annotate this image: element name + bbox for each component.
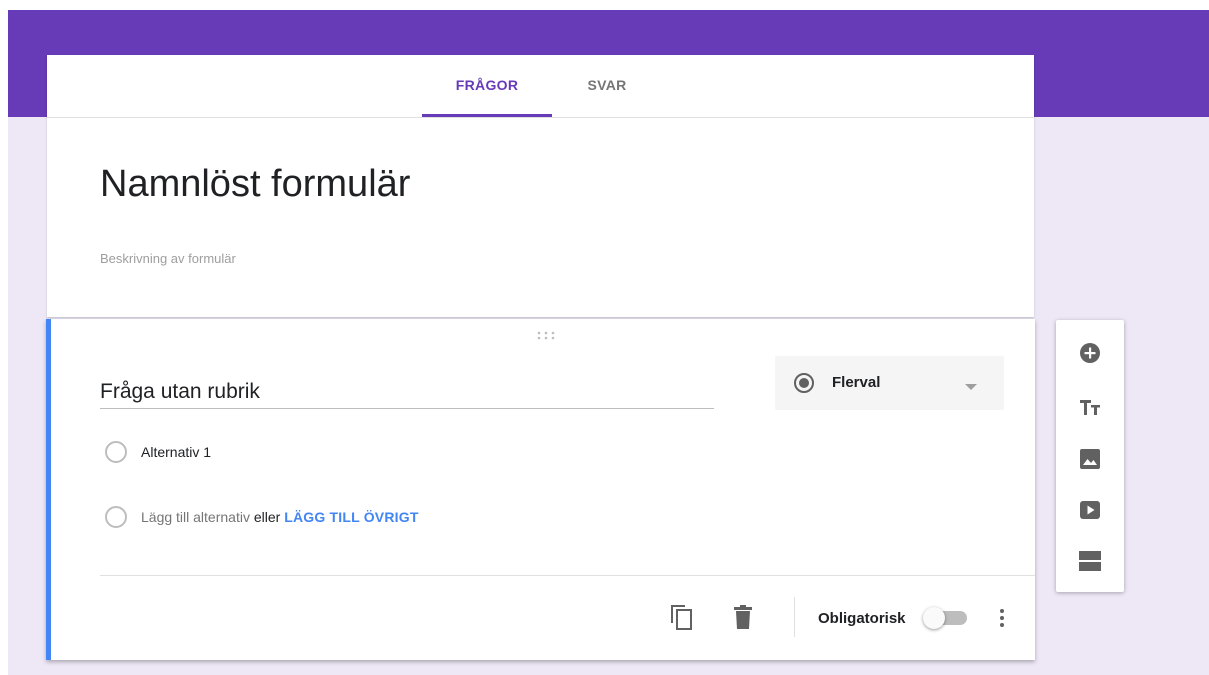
section-icon[interactable]: [1078, 549, 1102, 573]
form-description-field[interactable]: Beskrivning av formulär: [100, 251, 236, 266]
question-divider: [100, 575, 1035, 576]
copy-icon[interactable]: [669, 603, 693, 636]
form-header-card: FRÅGOR SVAR Namnlöst formulär Beskrivnin…: [47, 55, 1034, 317]
caret-down-icon: [964, 378, 978, 396]
video-icon[interactable]: [1078, 498, 1102, 522]
radio-unchecked-icon: [104, 505, 128, 534]
trash-icon[interactable]: [734, 605, 752, 634]
more-vertical-icon[interactable]: [999, 608, 1005, 633]
tab-bar: FRÅGOR SVAR: [47, 55, 1034, 118]
side-toolbar: [1056, 320, 1124, 592]
plus-circle-icon[interactable]: [1078, 341, 1102, 365]
toggle-knob: [923, 607, 945, 629]
add-option-link[interactable]: Lägg till alternativ: [141, 509, 250, 525]
image-icon[interactable]: [1078, 447, 1102, 471]
question-type-dropdown[interactable]: Flerval: [775, 356, 1004, 410]
question-type-label: Flerval: [832, 374, 881, 391]
question-title-input[interactable]: Fråga utan rubrik: [100, 376, 714, 409]
required-label: Obligatorisk: [818, 610, 906, 627]
tab-responses[interactable]: SVAR: [562, 55, 652, 117]
tab-questions[interactable]: FRÅGOR: [422, 55, 552, 117]
radio-button-checked-icon: [792, 371, 816, 400]
drag-handle-icon[interactable]: [534, 328, 558, 340]
add-other-link[interactable]: LÄGG TILL ÖVRIGT: [284, 509, 418, 525]
title-text-icon[interactable]: [1078, 395, 1102, 419]
footer-divider: [794, 597, 795, 637]
or-text: eller: [253, 509, 281, 525]
form-title[interactable]: Namnlöst formulär: [100, 163, 410, 206]
required-toggle[interactable]: [923, 607, 973, 629]
option-label[interactable]: Alternativ 1: [141, 444, 211, 460]
radio-unchecked-icon[interactable]: [104, 440, 128, 469]
question-card[interactable]: Fråga utan rubrik Flerval Alternativ 1 L…: [46, 319, 1035, 660]
